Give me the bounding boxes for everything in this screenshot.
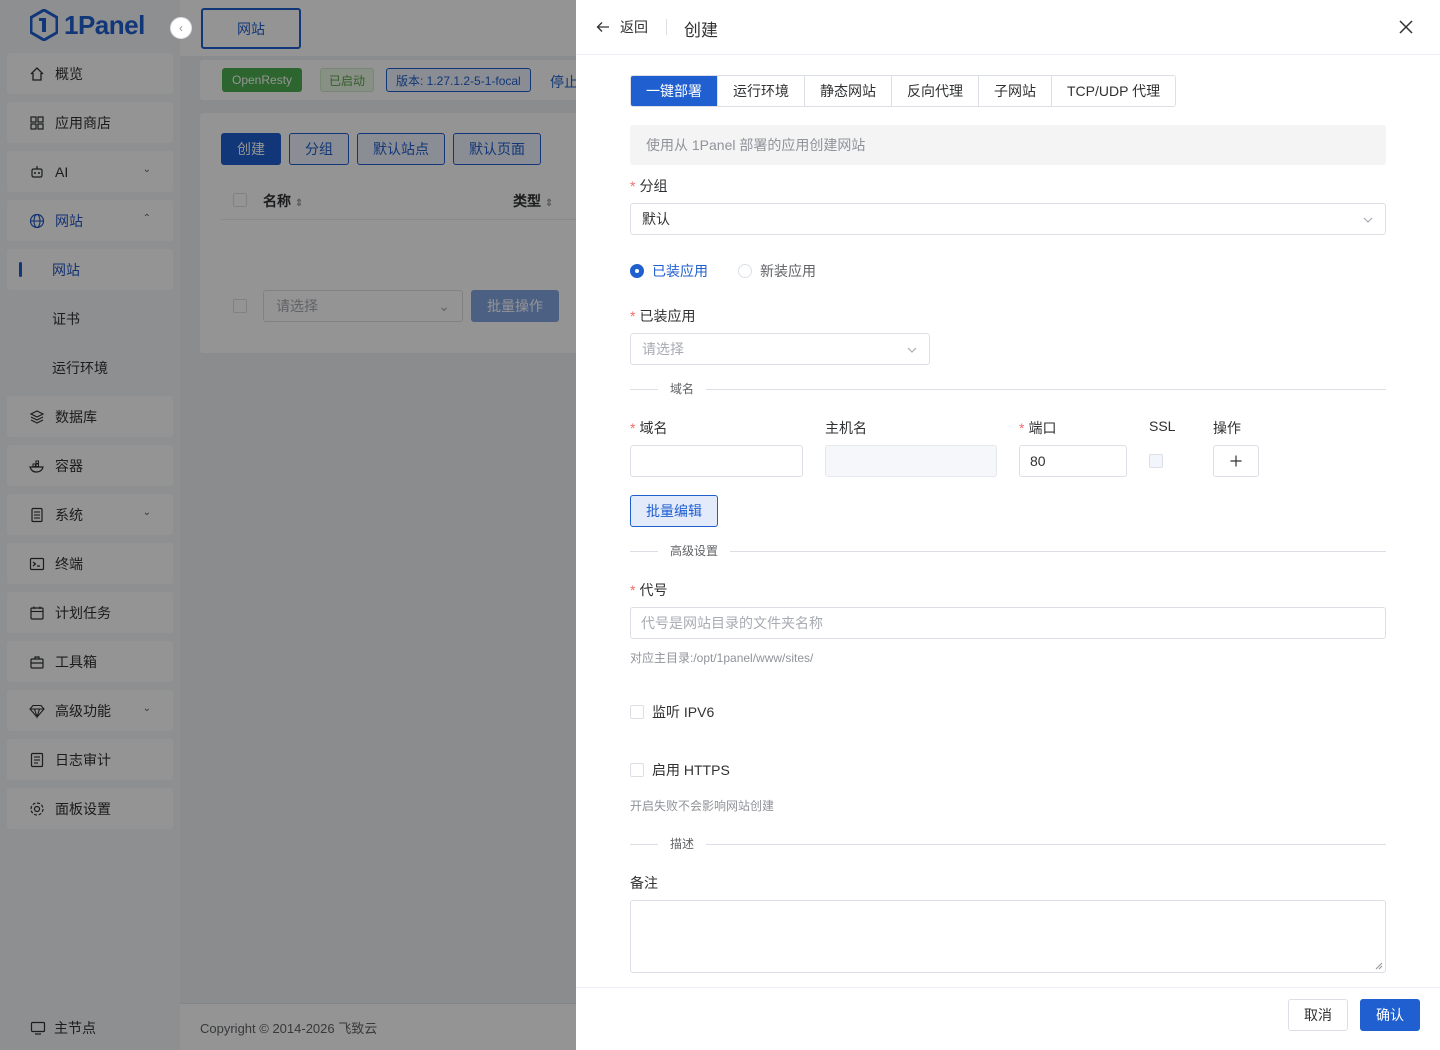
remark-label: 备注 <box>630 875 658 891</box>
create-type-tabs: 一键部署 运行环境 静态网站 反向代理 子网站 TCP/UDP 代理 <box>630 75 1177 107</box>
checkbox-box <box>630 763 644 777</box>
domain-column-label: * 域名 <box>630 420 668 436</box>
ops-column-label: 操作 <box>1213 420 1241 436</box>
collapse-sidebar-button[interactable]: ‹ <box>170 17 192 39</box>
tab-sub-site[interactable]: 子网站 <box>978 76 1051 106</box>
tab-reverse-proxy[interactable]: 反向代理 <box>891 76 978 106</box>
create-website-drawer: 返回 创建 一键部署 运行环境 静态网站 反向代理 子网站 TCP/UDP 代理… <box>576 0 1440 1050</box>
drawer-form: 一键部署 运行环境 静态网站 反向代理 子网站 TCP/UDP 代理 使用从 1… <box>630 55 1386 987</box>
radio-installed-app[interactable]: 已装应用 <box>630 261 708 281</box>
close-icon[interactable] <box>1396 17 1416 37</box>
group-select[interactable]: 默认 <box>630 203 1386 235</box>
drawer-header: 返回 创建 <box>576 0 1440 55</box>
back-button[interactable]: 返回 <box>596 17 648 37</box>
chevron-left-icon: ‹ <box>179 21 183 35</box>
radio-new-app[interactable]: 新装应用 <box>738 261 816 281</box>
tab-tcp-udp-proxy[interactable]: TCP/UDP 代理 <box>1051 76 1176 106</box>
alias-hint: 对应主目录:/opt/1panel/www/sites/ <box>630 651 814 665</box>
checkbox-box <box>630 705 644 719</box>
plus-icon <box>1230 455 1242 467</box>
chevron-down-icon <box>907 347 917 353</box>
alias-input[interactable]: 代号是网站目录的文件夹名称 <box>630 607 1386 639</box>
radio-dot <box>630 264 644 278</box>
advanced-divider: 高级设置 <box>630 543 1386 559</box>
domain-input[interactable] <box>630 445 803 477</box>
host-input <box>825 445 997 477</box>
description-divider: 描述 <box>630 836 1386 852</box>
cancel-button[interactable]: 取消 <box>1288 999 1348 1031</box>
ipv6-checkbox[interactable]: 监听 IPV6 <box>630 702 714 722</box>
radio-dot <box>738 264 752 278</box>
batch-edit-button[interactable]: 批量编辑 <box>630 495 718 527</box>
installed-app-select[interactable]: 请选择 <box>630 333 930 365</box>
tab-runtime[interactable]: 运行环境 <box>717 76 804 106</box>
back-label: 返回 <box>620 19 648 35</box>
host-column-label: 主机名 <box>825 420 867 436</box>
https-hint: 开启失败不会影响网站创建 <box>630 799 775 813</box>
alias-label: * 代号 <box>630 582 668 598</box>
ssl-column-label: SSL <box>1149 418 1176 434</box>
chevron-down-icon <box>1363 217 1373 223</box>
https-checkbox[interactable]: 启用 HTTPS <box>630 760 730 780</box>
drawer-footer: 取消 确认 <box>576 987 1440 1050</box>
header-separator <box>666 19 667 35</box>
ssl-checkbox <box>1149 454 1163 468</box>
info-alert: 使用从 1Panel 部署的应用创建网站 <box>630 125 1386 165</box>
arrow-left-icon <box>596 22 609 32</box>
remark-textarea[interactable] <box>630 900 1386 973</box>
confirm-button[interactable]: 确认 <box>1360 999 1420 1031</box>
tab-one-click-deploy[interactable]: 一键部署 <box>631 76 717 106</box>
group-label: * 分组 <box>630 178 668 194</box>
resize-handle-icon[interactable] <box>1375 962 1383 970</box>
add-domain-button[interactable] <box>1213 445 1259 477</box>
drawer-title: 创建 <box>684 21 718 40</box>
installed-app-label: * 已装应用 <box>630 308 696 324</box>
port-column-label: * 端口 <box>1019 420 1057 436</box>
domain-divider: 域名 <box>630 381 1386 397</box>
port-input[interactable]: 80 <box>1019 445 1127 477</box>
tab-static-site[interactable]: 静态网站 <box>804 76 891 106</box>
